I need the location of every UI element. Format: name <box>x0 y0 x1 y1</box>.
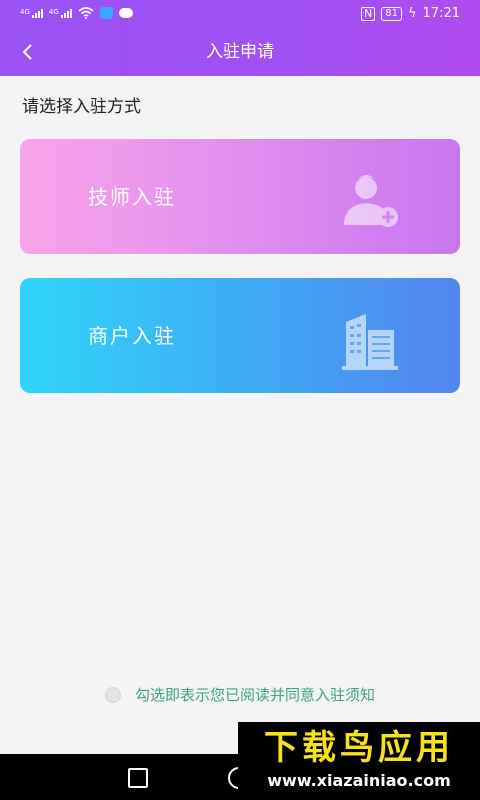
signal-2: 4G <box>48 7 72 18</box>
charging-icon: ϟ <box>407 6 417 21</box>
agreement-checkbox[interactable] <box>104 686 121 703</box>
building-icon <box>342 314 398 370</box>
watermark-title: 下载鸟应用 <box>264 728 454 768</box>
network-type-2: 4G <box>48 7 59 16</box>
agreement-row: 勾选即表示您已阅读并同意入驻须知 <box>0 684 480 705</box>
status-bar: 4G 4G N 81 ϟ 17:21 <box>0 0 480 30</box>
merchant-join-card[interactable]: 商户入驻 <box>20 278 460 393</box>
merchant-join-label: 商户入驻 <box>88 324 176 348</box>
technician-join-card[interactable]: 技师入驻 <box>20 139 460 254</box>
wifi-icon <box>78 7 94 19</box>
search-app-icon <box>99 7 113 19</box>
status-left: 4G 4G <box>20 7 133 19</box>
watermark-url: www.xiazainiao.com <box>267 771 451 790</box>
recent-apps-button[interactable] <box>128 768 148 788</box>
agreement-text[interactable]: 勾选即表示您已阅读并同意入驻须知 <box>135 684 375 705</box>
signal-1: 4G <box>20 7 43 18</box>
battery-icon: 81 <box>381 6 402 21</box>
nfc-icon: N <box>360 6 376 21</box>
network-type-1: 4G <box>20 7 30 16</box>
page-title: 入驻申请 <box>206 42 274 62</box>
status-right: N 81 ϟ 17:21 <box>360 6 460 21</box>
status-time: 17:21 <box>422 6 460 21</box>
selection-prompt: 请选择入驻方式 <box>22 97 141 117</box>
site-watermark: 下载鸟应用 www.xiazainiao.com <box>238 722 480 800</box>
technician-join-label: 技师入驻 <box>88 185 176 209</box>
app-header: 4G 4G N 81 ϟ 17:21 入驻申请 <box>0 0 480 76</box>
cloud-icon <box>118 8 133 18</box>
person-add-icon <box>344 175 398 227</box>
